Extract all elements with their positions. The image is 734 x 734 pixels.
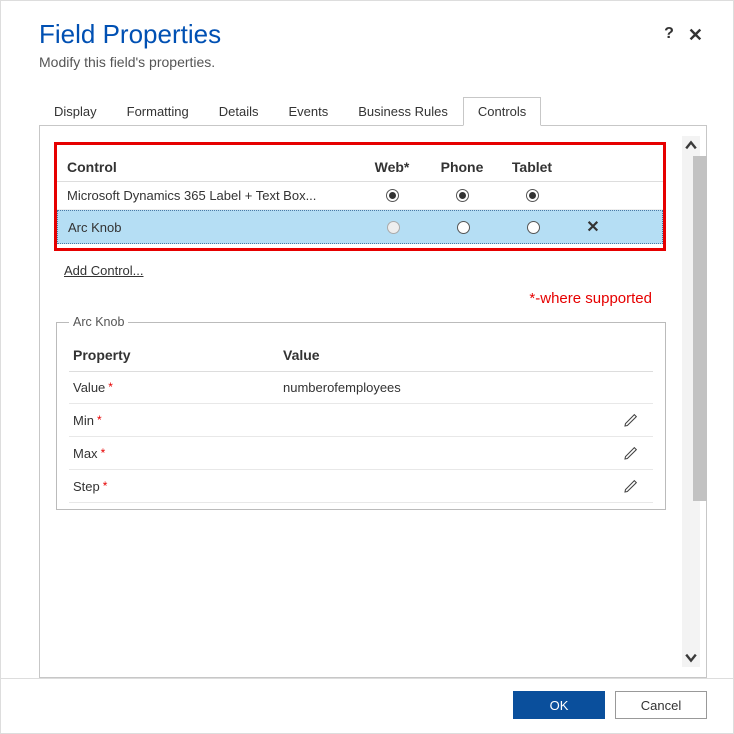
required-icon: * [97,413,102,427]
property-name: Min* [73,413,283,428]
tab-formatting[interactable]: Formatting [112,97,204,126]
control-row-default[interactable]: Microsoft Dynamics 365 Label + Text Box.… [57,182,663,210]
property-row-value: Value* numberofemployees [69,372,653,404]
properties-legend: Arc Knob [69,315,128,329]
tab-display[interactable]: Display [39,97,112,126]
col-property: Property [73,347,283,363]
dialog-title: Field Properties [39,19,664,50]
required-icon: * [101,446,106,460]
dialog-footer: OK Cancel [1,678,733,733]
required-icon: * [108,380,113,394]
col-phone: Phone [427,159,497,175]
control-row-arc-knob[interactable]: Arc Knob ✕ [57,210,663,244]
radio-tablet[interactable] [526,189,539,202]
property-value: numberofemployees [283,380,613,395]
properties-header: Property Value [69,339,653,372]
property-name: Step* [73,479,283,494]
edit-icon[interactable] [613,478,649,494]
remove-control-icon[interactable]: ✕ [568,217,618,237]
ok-button[interactable]: OK [513,691,605,719]
tab-strip: Display Formatting Details Events Busine… [39,96,707,126]
property-name: Value* [73,380,283,395]
radio-phone[interactable] [456,189,469,202]
tab-panel-controls: Control Web* Phone Tablet Microsoft Dyna… [39,126,707,678]
controls-table-header: Control Web* Phone Tablet [57,153,663,182]
edit-icon[interactable] [613,412,649,428]
control-name: Arc Knob [68,220,358,235]
add-control-link[interactable]: Add Control... [64,263,144,278]
tab-business-rules[interactable]: Business Rules [343,97,463,126]
control-properties-panel: Arc Knob Property Value Value* numberofe… [56,315,666,510]
scroll-thumb[interactable] [693,156,707,501]
edit-icon[interactable] [613,445,649,461]
tab-controls[interactable]: Controls [463,97,541,126]
dialog-subtitle: Modify this field's properties. [39,54,664,70]
control-name: Microsoft Dynamics 365 Label + Text Box.… [67,188,357,203]
col-value: Value [283,347,613,363]
property-name: Max* [73,446,283,461]
radio-web [387,221,400,234]
close-icon[interactable]: ✕ [688,25,703,46]
required-icon: * [103,479,108,493]
where-supported-note: *-where supported [54,278,672,307]
col-web: Web* [357,159,427,175]
property-row-step: Step* [69,470,653,503]
vertical-scrollbar[interactable] [682,136,700,667]
property-row-min: Min* [69,404,653,437]
tab-details[interactable]: Details [204,97,274,126]
radio-web[interactable] [386,189,399,202]
help-icon[interactable]: ? [664,25,674,46]
radio-tablet[interactable] [527,221,540,234]
scroll-up-icon[interactable] [682,136,700,156]
col-tablet: Tablet [497,159,567,175]
radio-phone[interactable] [457,221,470,234]
scroll-down-icon[interactable] [682,647,700,667]
cancel-button[interactable]: Cancel [615,691,707,719]
col-control: Control [67,159,357,175]
field-properties-dialog: Field Properties Modify this field's pro… [0,0,734,734]
dialog-header: Field Properties Modify this field's pro… [1,1,733,78]
property-row-max: Max* [69,437,653,470]
tab-events[interactable]: Events [274,97,344,126]
controls-table-highlight: Control Web* Phone Tablet Microsoft Dyna… [54,142,666,251]
